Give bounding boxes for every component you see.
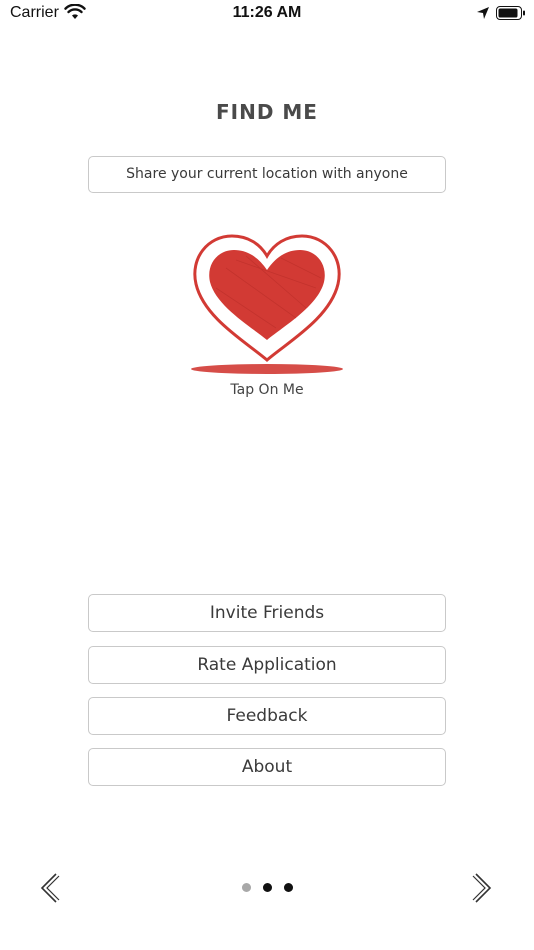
page-dot-2[interactable] xyxy=(262,883,272,892)
page-dot-3[interactable] xyxy=(283,883,293,892)
page-indicator xyxy=(0,883,534,892)
share-location-button[interactable]: Share your current location with anyone xyxy=(88,156,446,193)
heart-icon xyxy=(191,234,343,374)
page-dot-1[interactable] xyxy=(241,883,251,892)
tap-label: Tap On Me xyxy=(230,382,304,398)
invite-friends-button[interactable]: Invite Friends xyxy=(88,594,446,632)
location-arrow-icon xyxy=(477,7,489,19)
battery-icon xyxy=(496,6,525,20)
rate-application-button[interactable]: Rate Application xyxy=(88,646,446,684)
chevron-right-icon[interactable] xyxy=(470,872,494,904)
status-time: 11:26 AM xyxy=(232,4,302,21)
status-bar: Carrier 11:26 AM xyxy=(0,0,534,28)
about-button[interactable]: About xyxy=(88,748,446,786)
tap-heart-button[interactable] xyxy=(186,228,348,380)
feedback-button[interactable]: Feedback xyxy=(88,697,446,735)
page-title: FIND ME xyxy=(216,100,318,124)
